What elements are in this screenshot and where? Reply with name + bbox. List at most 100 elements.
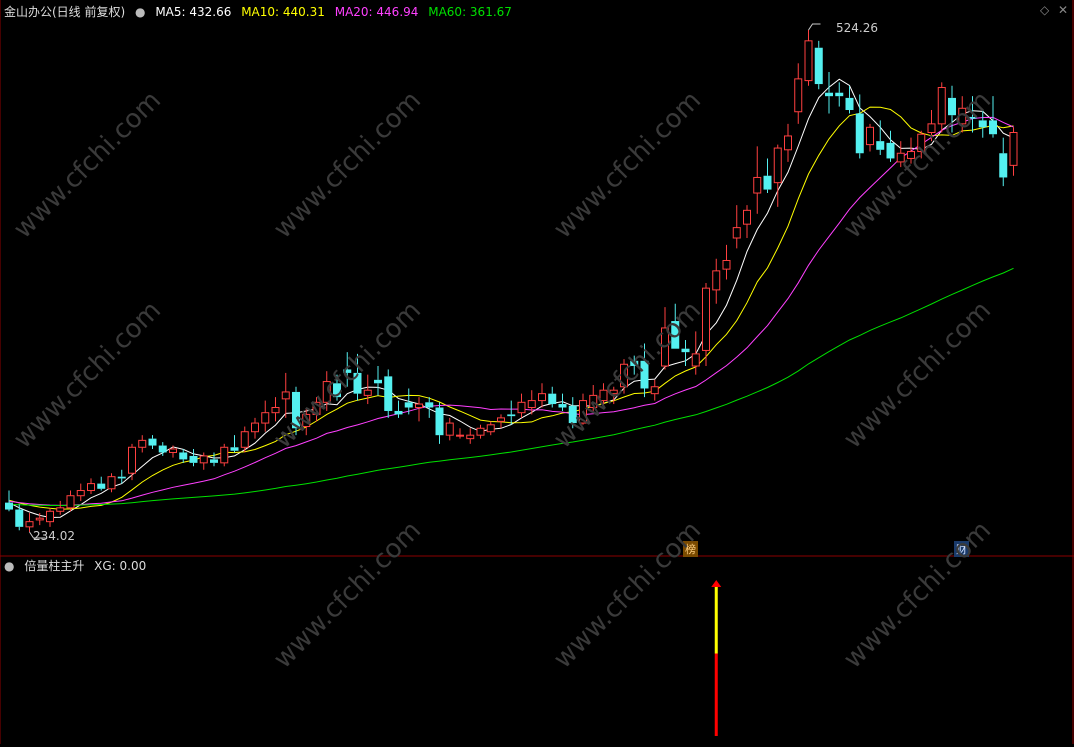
candle-body (404, 402, 413, 408)
stock-chart-svg (0, 0, 1074, 744)
ma60-line (8, 267, 1014, 506)
candle-body (958, 107, 967, 125)
candle-body (56, 507, 65, 512)
candle-body (169, 448, 177, 453)
candle-body (179, 452, 188, 460)
candle-body (5, 502, 13, 510)
candle-body (978, 120, 987, 128)
candle-body (886, 142, 895, 159)
candle-body (210, 459, 218, 463)
candle-body (876, 141, 885, 150)
candle-body (835, 92, 844, 97)
candle-body (753, 176, 762, 194)
signal-arrow-icon (711, 580, 722, 587)
candle-body (722, 259, 731, 270)
candle-body (1009, 131, 1018, 166)
main-panel-header: 金山办公(日线 前复权) ● MA5: 432.66 MA10: 440.31 … (4, 4, 518, 20)
close-icon[interactable]: ✕ (1058, 3, 1068, 17)
candle-body (794, 78, 803, 113)
candle-body (148, 438, 157, 446)
candle-body (937, 87, 946, 125)
max-price-label: 524.26 (836, 21, 878, 35)
candle-body (87, 483, 95, 492)
candle-body (292, 391, 300, 429)
xg-value: XG: 0.00 (94, 559, 147, 573)
candle-body (466, 434, 475, 440)
candle-body (538, 393, 546, 402)
candle-body (128, 446, 136, 474)
collapse-icon[interactable]: ● (135, 5, 145, 19)
candle-body (989, 120, 997, 135)
candle-body (579, 400, 587, 424)
candle-body (240, 431, 249, 448)
chart-stage (0, 0, 1074, 744)
candle-body (353, 372, 362, 394)
ma20-label: MA20: 446.94 (334, 5, 419, 19)
candle-body (25, 521, 34, 528)
candle-body (917, 133, 926, 153)
candle-body (76, 490, 85, 497)
candle-body (620, 363, 628, 388)
min-price-label: 234.02 (33, 529, 75, 543)
candle-body (896, 152, 905, 163)
candle-body (671, 321, 680, 349)
candle-body (476, 427, 485, 436)
candle-body (435, 407, 444, 436)
candle-body (261, 412, 270, 424)
max-price-pointer (808, 23, 821, 31)
candle-body (199, 455, 208, 464)
candle-body (548, 393, 557, 405)
candle-body (866, 126, 874, 146)
candle-body (271, 407, 280, 414)
candle-body (425, 402, 434, 408)
candle-body (66, 495, 75, 509)
candle-body (46, 510, 54, 523)
candle-body (681, 348, 690, 353)
finance-badge[interactable]: 财 (954, 541, 969, 557)
candle-body (804, 40, 813, 82)
candle-body (394, 410, 403, 415)
candle-body (527, 400, 536, 409)
candle-body (517, 401, 526, 414)
candle-body (773, 147, 782, 184)
ma5-label: MA5: 432.66 (155, 5, 232, 19)
candle-body (661, 327, 669, 367)
candle-body (702, 287, 710, 351)
candle-body (855, 113, 864, 154)
candle-body (691, 353, 700, 367)
candle-body (712, 270, 721, 291)
sub-panel-header: ● 倍量柱主升 XG: 0.00 (4, 558, 152, 574)
ma60-label: MA60: 361.67 (428, 5, 512, 19)
candle-body (650, 386, 659, 395)
stock-title: 金山办公(日线 前复权) (4, 5, 126, 19)
candle-body (363, 389, 372, 396)
candle-body (640, 360, 649, 389)
candle-body (599, 389, 608, 402)
candle-body (322, 381, 331, 403)
candle-body (251, 422, 259, 433)
candle-body (743, 209, 751, 225)
candle-body (999, 153, 1008, 178)
candle-body (456, 434, 464, 437)
candle-body (97, 483, 106, 489)
candle-body (948, 97, 956, 116)
candle-body (189, 455, 198, 463)
candle-body (558, 404, 567, 408)
candle-body (968, 116, 977, 119)
candle-body (927, 123, 936, 133)
rank-badge[interactable]: 榜 (683, 541, 698, 557)
candle-body (138, 439, 147, 448)
diamond-icon[interactable]: ◇ (1040, 3, 1049, 17)
candle-body (630, 360, 639, 366)
candle-body (35, 517, 44, 521)
candle-body (568, 405, 577, 424)
candle-body (281, 391, 290, 400)
collapse-icon[interactable]: ● (4, 559, 14, 573)
candle-body (415, 403, 423, 409)
candle-body (784, 135, 792, 151)
indicator-title: 倍量柱主升 (24, 559, 85, 573)
ma10-label: MA10: 440.31 (241, 5, 325, 19)
candle-body (589, 394, 598, 409)
candle-body (107, 476, 116, 490)
candle-body (732, 227, 741, 239)
